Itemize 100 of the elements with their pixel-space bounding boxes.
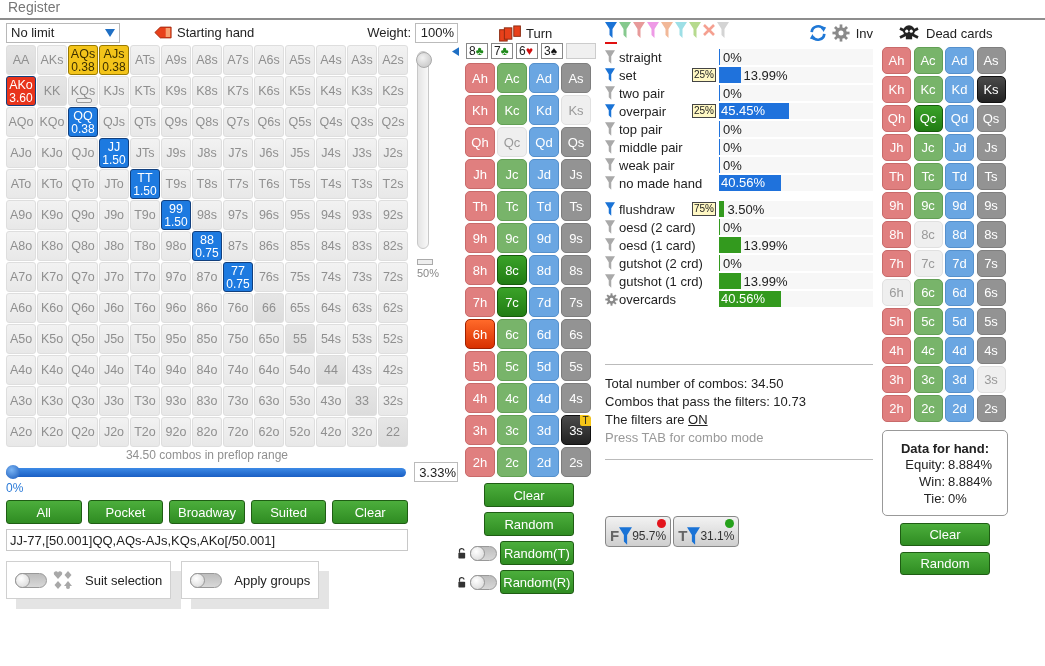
hand-cell[interactable]: T5s	[285, 169, 315, 199]
card-tile[interactable]: As	[976, 47, 1006, 74]
hand-cell[interactable]: QTs	[130, 107, 160, 137]
hand-cell[interactable]: K6s	[254, 76, 284, 106]
card-tile[interactable]: 5s	[976, 308, 1006, 335]
hand-cell[interactable]: KTo	[37, 169, 67, 199]
hand-cell[interactable]: K3o	[37, 386, 67, 416]
filter-label[interactable]: flushdraw	[619, 201, 675, 217]
card-tile[interactable]: Js	[561, 159, 591, 189]
hand-cell[interactable]: K8s	[192, 76, 222, 106]
card-tile[interactable]: 3h	[882, 366, 911, 393]
toggle-switch[interactable]	[470, 574, 497, 590]
card-tile[interactable]: 3d	[945, 366, 974, 393]
hand-cell[interactable]: K5o	[37, 324, 67, 354]
filter-label[interactable]: no made hand	[619, 175, 703, 191]
inverse-label[interactable]: Inv	[855, 25, 873, 41]
hand-cell[interactable]: 76s	[254, 262, 284, 292]
board-button[interactable]: Random(T)	[499, 541, 574, 565]
filter-label[interactable]: weak pair	[619, 157, 675, 173]
hand-cell[interactable]: 95o	[161, 324, 191, 354]
limit-dropdown[interactable]: No limit	[6, 22, 120, 43]
card-tile[interactable]: 9s	[561, 223, 591, 253]
hand-cell[interactable]: 75s	[285, 262, 315, 292]
hand-cell[interactable]: 93s	[347, 200, 377, 230]
dead-cards-button[interactable]: Random	[900, 552, 990, 575]
hand-cell[interactable]: 64s	[316, 293, 346, 323]
hand-cell[interactable]: TT 1.50	[130, 169, 160, 199]
card-tile[interactable]: Td	[529, 191, 559, 221]
hand-cell[interactable]: K2s	[378, 76, 408, 106]
card-tile[interactable]: Kd	[945, 76, 974, 103]
card-tile[interactable]: Ac	[497, 63, 527, 93]
hand-cell[interactable]: KTs	[130, 76, 160, 106]
hand-cell[interactable]: T4o	[130, 355, 160, 385]
card-tile[interactable]: 4h	[465, 383, 495, 413]
hand-cell[interactable]: 62s	[378, 293, 408, 323]
card-tile[interactable]: Ah	[882, 47, 911, 74]
card-tile[interactable]: 7d	[945, 250, 974, 277]
filter-label[interactable]: straight	[619, 49, 662, 65]
hand-cell[interactable]: 62o	[254, 417, 284, 447]
hand-cell[interactable]: 63s	[347, 293, 377, 323]
card-tile[interactable]: Jh	[882, 134, 911, 161]
hand-cell[interactable]: J3s	[347, 138, 377, 168]
card-tile[interactable]: 2s	[561, 447, 591, 477]
card-tile[interactable]: 8s	[561, 255, 591, 285]
hand-cell[interactable]: K2o	[37, 417, 67, 447]
card-tile[interactable]: Qd	[529, 127, 559, 157]
board-button[interactable]: Clear	[484, 483, 574, 507]
hand-cell[interactable]: A5o	[6, 324, 36, 354]
hand-cell[interactable]: T3s	[347, 169, 377, 199]
filter-tab[interactable]	[605, 22, 617, 44]
card-tile[interactable]: 7d	[529, 287, 559, 317]
hand-cell[interactable]: Q5s	[285, 107, 315, 137]
hand-cell[interactable]: J6s	[254, 138, 284, 168]
hand-cell[interactable]: K7o	[37, 262, 67, 292]
card-tile[interactable]: 2h	[882, 395, 911, 422]
card-tile[interactable]: 3c	[913, 366, 943, 393]
hand-cell[interactable]: 72s	[378, 262, 408, 292]
range-button[interactable]: All	[6, 500, 82, 524]
hand-cell[interactable]: A4o	[6, 355, 36, 385]
board-button[interactable]: Random(R)	[499, 570, 574, 594]
card-tile[interactable]: 2c	[913, 395, 943, 422]
card-tile[interactable]: 8d	[945, 221, 974, 248]
card-tile[interactable]: Kd	[529, 95, 559, 125]
hand-cell[interactable]: 87o	[192, 262, 222, 292]
hand-cell[interactable]: 65s	[285, 293, 315, 323]
card-tile[interactable]: Jd	[945, 134, 974, 161]
card-tile[interactable]: 9h	[465, 223, 495, 253]
hand-cell[interactable]: JTs	[130, 138, 160, 168]
hand-cell[interactable]: QTo	[68, 169, 98, 199]
hand-cell[interactable]: T6s	[254, 169, 284, 199]
hand-cell[interactable]: 74s	[316, 262, 346, 292]
card-tile[interactable]: Ad	[529, 63, 559, 93]
hand-cell[interactable]: 98o	[161, 231, 191, 261]
board-card[interactable]: 6♥	[516, 43, 538, 59]
card-tile[interactable]: 4d	[529, 383, 559, 413]
card-tile[interactable]: 7s	[976, 250, 1006, 277]
filter-label[interactable]: oesd (2 card)	[619, 219, 696, 235]
card-tile[interactable]: 8c	[913, 221, 943, 248]
hand-cell[interactable]: J2s	[378, 138, 408, 168]
card-tile[interactable]: 8h	[465, 255, 495, 285]
card-tile[interactable]: 8s	[976, 221, 1006, 248]
card-tile[interactable]: 7c	[913, 250, 943, 277]
hand-cell[interactable]: 94s	[316, 200, 346, 230]
hand-cell[interactable]: ATo	[6, 169, 36, 199]
card-tile[interactable]: 3h	[465, 415, 495, 445]
hand-cell[interactable]: T7o	[130, 262, 160, 292]
hand-cell[interactable]: KQs	[68, 76, 98, 106]
card-tile[interactable]: Ac	[913, 47, 943, 74]
card-tile[interactable]: 4c	[497, 383, 527, 413]
hand-cell[interactable]: QQ 0.38	[68, 107, 98, 137]
filter-label[interactable]: overpair	[619, 103, 666, 119]
slider-thumb[interactable]	[416, 52, 432, 68]
hand-cell[interactable]: J2o	[99, 417, 129, 447]
hand-cell[interactable]: Q8s	[192, 107, 222, 137]
settings-icon[interactable]	[831, 24, 850, 42]
card-tile[interactable]: Ah	[465, 63, 495, 93]
card-tile[interactable]: Qc	[497, 127, 527, 157]
card-tile[interactable]: 7c	[497, 287, 527, 317]
filter-label[interactable]: two pair	[619, 85, 665, 101]
filter-label[interactable]: oesd (1 card)	[619, 237, 696, 253]
